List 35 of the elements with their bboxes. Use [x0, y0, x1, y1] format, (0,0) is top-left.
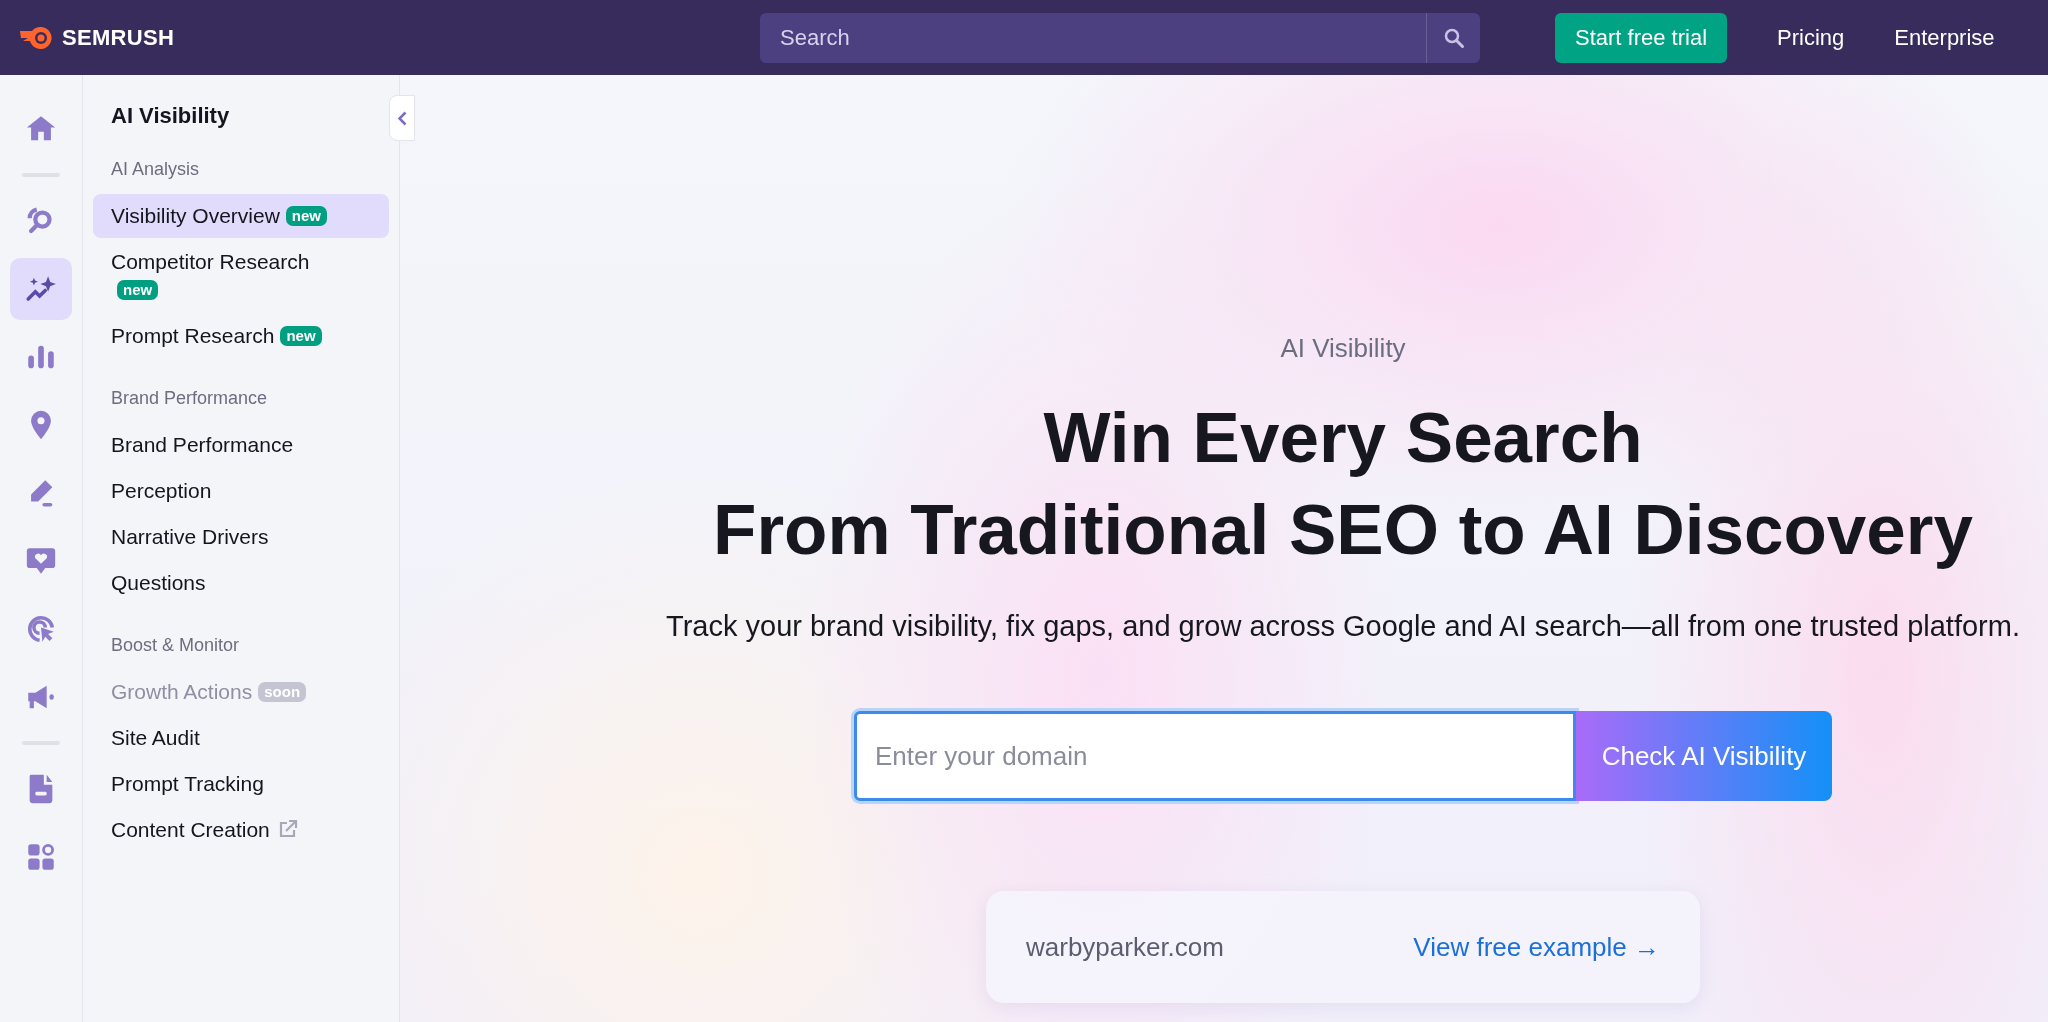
status-badge: new	[280, 326, 322, 346]
subtitle: Track your brand visibility, fix gaps, and grow across Google and AI search—all from one trusted platform.	[666, 610, 2020, 643]
sidebar-item[interactable]: Visibility Overview new	[93, 194, 389, 238]
sidebar-item[interactable]: Narrative Drivers	[93, 515, 389, 559]
eyebrow-text: AI Visibility	[1280, 333, 1406, 364]
logo-icon	[20, 24, 54, 51]
search-field[interactable]: Search	[760, 12, 1426, 63]
search-button[interactable]	[1426, 12, 1480, 63]
section-heading: Boost & Monitor	[110, 635, 241, 656]
status-badge: new	[117, 280, 159, 300]
sidebar-item[interactable]: Brand Performance	[93, 423, 389, 467]
sidebar-item[interactable]: Prompt Tracking	[93, 762, 389, 806]
sidebar-item[interactable]: Perception	[93, 469, 389, 513]
headline: Win Every Search From Traditional SEO to AI Discovery	[713, 397, 1973, 571]
sidebar-item[interactable]: Content Creation	[93, 808, 389, 852]
logo-text: SEMRUSH	[62, 24, 175, 51]
example-link[interactable]: View free example →	[1413, 931, 1660, 963]
external-link-icon	[277, 819, 298, 839]
chevron-left-icon	[397, 110, 407, 126]
nav-link[interactable]: Pricing	[1777, 24, 1845, 51]
status-badge: soon	[258, 682, 307, 702]
example-domain: warbyparker.com	[1026, 931, 1224, 963]
section-heading: Brand Performance	[110, 388, 269, 409]
nav-link[interactable]: Enterprise	[1894, 24, 1995, 51]
rail-button[interactable]	[10, 258, 72, 320]
section-heading: AI Analysis	[110, 159, 201, 180]
check-visibility-button[interactable]: Check AI Visibility	[1576, 711, 1832, 801]
collapse-button[interactable]	[389, 95, 415, 141]
sidebar-item[interactable]: Competitor Research new	[93, 240, 389, 312]
sidebar-item[interactable]: Questions	[93, 561, 389, 605]
sidebar-item[interactable]: Site Audit	[93, 716, 389, 760]
domain-field[interactable]: Enter your domain	[854, 711, 1576, 801]
status-badge: new	[285, 206, 327, 226]
sidebar-title: AI Visibility	[110, 103, 231, 129]
sidebar-item[interactable]: Prompt Research new	[93, 314, 389, 358]
